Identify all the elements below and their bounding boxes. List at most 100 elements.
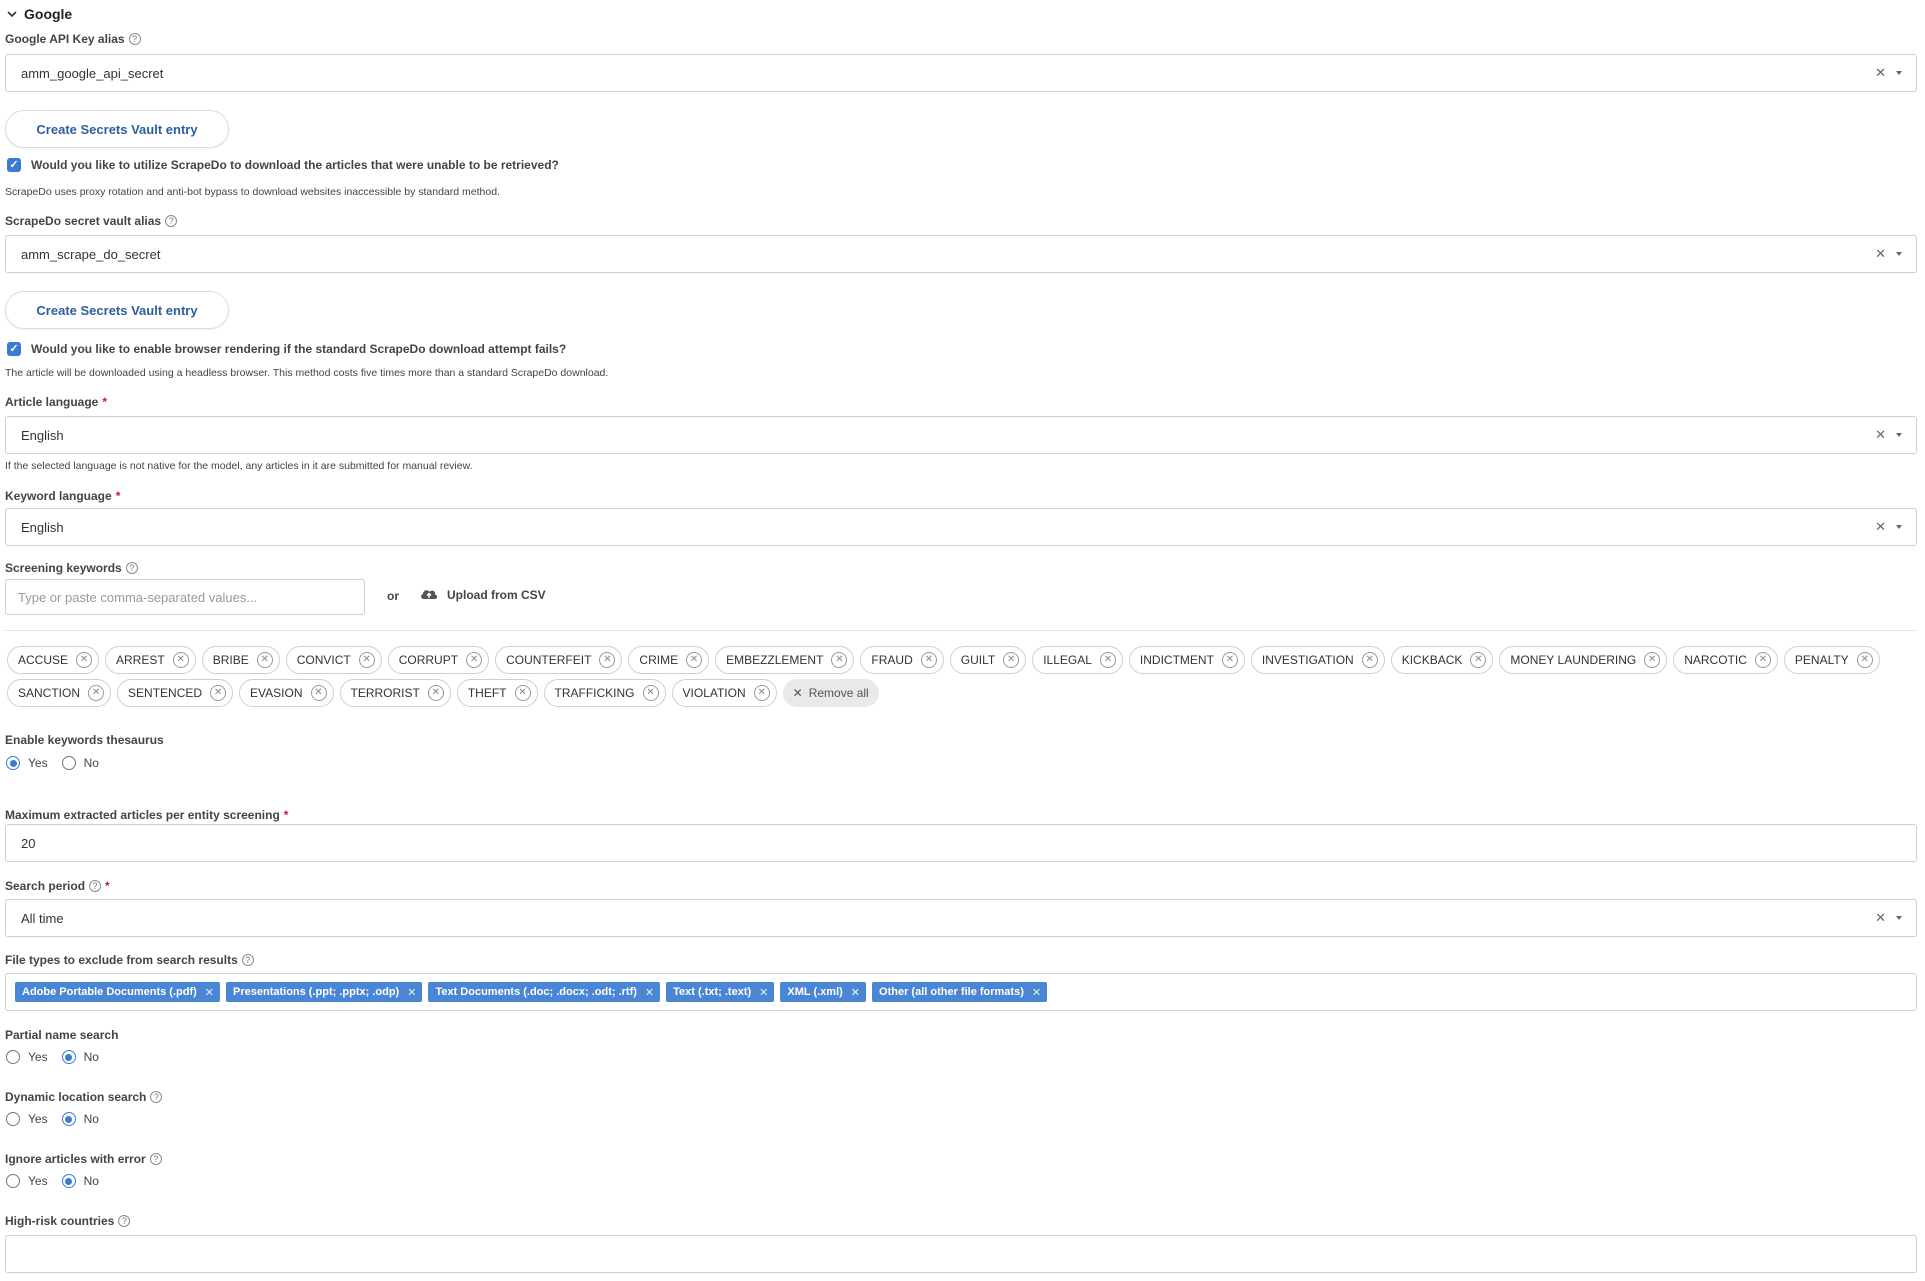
dropdown-caret-icon[interactable] <box>1896 71 1902 75</box>
remove-chip-icon[interactable]: ✕ <box>1003 652 1020 668</box>
remove-chip-icon[interactable]: ✕ <box>1221 652 1238 668</box>
dynamic-location-label: Dynamic location search ? <box>5 1090 163 1104</box>
keyword-chip: ILLEGAL ✕ <box>1032 646 1123 674</box>
keywords-input[interactable] <box>5 579 365 615</box>
high-risk-countries-select[interactable] <box>5 1235 1917 1273</box>
keyword-chip-label: COUNTERFEIT <box>506 653 592 667</box>
remove-tag-icon[interactable]: ✕ <box>645 986 654 999</box>
max-articles-input[interactable]: 20 <box>5 824 1917 862</box>
remove-chip-icon[interactable]: ✕ <box>1470 652 1487 668</box>
or-label: or <box>387 589 399 603</box>
clear-icon[interactable]: ✕ <box>1875 65 1886 81</box>
remove-all-button[interactable]: ✕ Remove all <box>782 679 879 707</box>
keyword-chip: ACCUSE ✕ <box>7 646 100 674</box>
radio-button[interactable] <box>6 1174 20 1188</box>
create-secrets-vault-button-google[interactable]: Create Secrets Vault entry <box>5 110 229 148</box>
keyword-chip-label: ILLEGAL <box>1043 653 1092 667</box>
remove-chip-icon[interactable]: ✕ <box>358 652 375 668</box>
remove-tag-icon[interactable]: ✕ <box>1032 986 1041 999</box>
help-icon[interactable]: ? <box>118 1215 131 1227</box>
dynamic-location-no-option[interactable]: No <box>61 1112 99 1126</box>
clear-icon[interactable]: ✕ <box>1875 910 1886 926</box>
radio-button[interactable] <box>61 1112 76 1126</box>
thesaurus-no-option[interactable]: No <box>61 756 99 770</box>
thesaurus-yes-option[interactable]: Yes <box>6 756 48 770</box>
clear-icon[interactable]: ✕ <box>1875 519 1886 535</box>
remove-chip-icon[interactable]: ✕ <box>210 685 227 701</box>
clear-icon[interactable]: ✕ <box>1875 246 1886 262</box>
remove-chip-icon[interactable]: ✕ <box>642 685 659 701</box>
remove-chip-icon[interactable]: ✕ <box>1754 652 1771 668</box>
help-icon[interactable]: ? <box>150 1091 163 1103</box>
help-icon[interactable]: ? <box>149 1153 162 1165</box>
radio-button[interactable] <box>6 1050 20 1064</box>
remove-chip-icon[interactable]: ✕ <box>76 652 93 668</box>
article-language-select[interactable]: English ✕ <box>5 416 1917 454</box>
dropdown-caret-icon[interactable] <box>1896 916 1902 920</box>
keyword-chip-label: TRAFFICKING <box>554 686 635 700</box>
help-icon[interactable]: ? <box>89 880 102 892</box>
partial-name-yes-option[interactable]: Yes <box>6 1050 48 1064</box>
remove-tag-icon[interactable]: ✕ <box>851 986 860 999</box>
keyword-chip: CONVICT ✕ <box>285 646 382 674</box>
radio-button[interactable] <box>61 1050 76 1064</box>
dropdown-caret-icon[interactable] <box>1896 433 1902 437</box>
scrapedo-checkbox[interactable]: ✓ <box>7 158 21 172</box>
file-type-tag-label: Presentations (.ppt; .pptx; .odp) <box>233 986 400 998</box>
browser-render-checkbox-row[interactable]: ✓ Would you like to enable browser rende… <box>7 342 566 356</box>
section-header-google[interactable]: Google <box>6 4 72 24</box>
keyword-chip-label: CRIME <box>639 653 679 667</box>
browser-render-checkbox[interactable]: ✓ <box>7 342 21 356</box>
search-period-select[interactable]: All time ✕ <box>5 899 1917 937</box>
radio-button[interactable] <box>6 756 20 770</box>
ignore-errors-yes-option[interactable]: Yes <box>6 1174 48 1188</box>
keyword-chip-label: EVASION <box>250 686 303 700</box>
remove-chip-icon[interactable]: ✕ <box>1856 652 1873 668</box>
remove-chip-icon[interactable]: ✕ <box>686 652 703 668</box>
remove-chip-icon[interactable]: ✕ <box>753 685 770 701</box>
keyword-chip: THEFT ✕ <box>456 679 538 707</box>
clear-icon[interactable]: ✕ <box>1875 427 1886 443</box>
upload-csv-button[interactable]: Upload from CSV <box>419 586 546 603</box>
radio-button[interactable] <box>6 1112 20 1126</box>
cloud-upload-icon <box>419 586 439 603</box>
remove-chip-icon[interactable]: ✕ <box>172 652 189 668</box>
partial-name-no-option[interactable]: No <box>61 1050 99 1064</box>
browser-render-help-text: The article will be downloaded using a h… <box>5 367 609 379</box>
keyword-chip: INDICTMENT ✕ <box>1128 646 1245 674</box>
radio-button[interactable] <box>61 1174 76 1188</box>
create-secrets-vault-button-scrapedo[interactable]: Create Secrets Vault entry <box>5 291 229 329</box>
help-icon[interactable]: ? <box>125 562 138 574</box>
remove-chip-icon[interactable]: ✕ <box>310 685 327 701</box>
help-icon[interactable]: ? <box>128 33 141 45</box>
remove-chip-icon[interactable]: ✕ <box>599 652 616 668</box>
remove-tag-icon[interactable]: ✕ <box>407 986 416 999</box>
keyword-language-select[interactable]: English ✕ <box>5 508 1917 546</box>
remove-chip-icon[interactable]: ✕ <box>1099 652 1116 668</box>
ignore-errors-no-option[interactable]: No <box>61 1174 99 1188</box>
remove-chip-icon[interactable]: ✕ <box>1361 652 1378 668</box>
google-api-key-value: amm_google_api_secret <box>21 65 164 81</box>
remove-chip-icon[interactable]: ✕ <box>466 652 483 668</box>
dropdown-caret-icon[interactable] <box>1896 252 1902 256</box>
help-icon[interactable]: ? <box>241 954 254 966</box>
dropdown-caret-icon[interactable] <box>1896 525 1902 529</box>
remove-tag-icon[interactable]: ✕ <box>205 986 214 999</box>
file-type-tag: Text Documents (.doc; .docx; .odt; .rtf)… <box>428 982 661 1002</box>
help-icon[interactable]: ? <box>165 215 178 227</box>
google-api-key-select[interactable]: amm_google_api_secret ✕ <box>5 54 1917 92</box>
remove-chip-icon[interactable]: ✕ <box>514 685 531 701</box>
scrapedo-checkbox-row[interactable]: ✓ Would you like to utilize ScrapeDo to … <box>7 158 559 172</box>
remove-chip-icon[interactable]: ✕ <box>256 652 273 668</box>
remove-chip-icon[interactable]: ✕ <box>920 652 937 668</box>
remove-chip-icon[interactable]: ✕ <box>1644 652 1661 668</box>
remove-chip-icon[interactable]: ✕ <box>831 652 848 668</box>
dynamic-location-yes-option[interactable]: Yes <box>6 1112 48 1126</box>
file-types-multiselect[interactable]: Adobe Portable Documents (.pdf) ✕ Presenta… <box>5 973 1917 1011</box>
radio-button[interactable] <box>61 756 76 770</box>
keyword-chip: ARREST ✕ <box>105 646 196 674</box>
remove-tag-icon[interactable]: ✕ <box>759 986 768 999</box>
scrapedo-alias-select[interactable]: amm_scrape_do_secret ✕ <box>5 235 1917 273</box>
remove-chip-icon[interactable]: ✕ <box>427 685 444 701</box>
remove-chip-icon[interactable]: ✕ <box>88 685 105 701</box>
